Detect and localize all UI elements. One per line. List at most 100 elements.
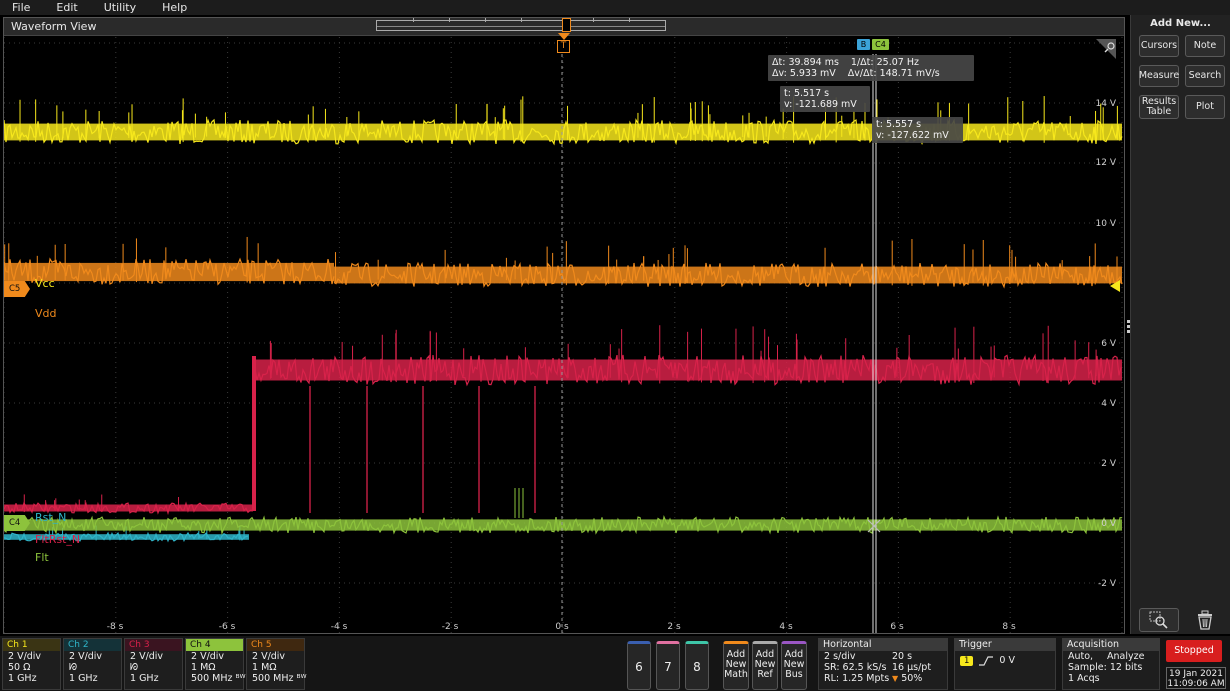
inverse-delta-t: 1/Δt: 25.07 Hz [850, 57, 919, 68]
x-axis-label: -2 s [441, 622, 459, 632]
x-axis-label: -6 s [218, 622, 236, 632]
channel-2-badge[interactable]: Ch 2 2 V/div ᘗ 1 GHz [63, 638, 122, 690]
waveform-label-vdd: Vdd [35, 307, 57, 320]
channel-1-badge[interactable]: Ch 1 2 V/div 50 Ω 1 GHz [2, 638, 61, 690]
trigger-position-marker[interactable]: T [557, 40, 570, 53]
trigger-title: Trigger [955, 639, 1055, 651]
channel-5-bandwidth: 500 MHz ᴮᵂ [252, 673, 307, 684]
channel-3-probe-icon: ᘗ [130, 662, 139, 673]
panel-resize-handle-icon[interactable] [1127, 320, 1130, 334]
acquisition-analyze: Analyze [1107, 651, 1145, 662]
y-axis-label: 10 V [1095, 219, 1116, 229]
y-axis-label: 12 V [1095, 158, 1116, 168]
channel-3-name: Ch 3 [125, 639, 182, 651]
channel-3-scale: 2 V/div [130, 651, 164, 662]
menu-help[interactable]: Help [149, 0, 200, 15]
waveform-view[interactable]: Waveform View T 14 V 12 V 10 V 6 V 4 V 2… [3, 17, 1125, 634]
waveform-plot[interactable] [4, 18, 1124, 633]
record-length: RL: 1.25 Mpts [824, 673, 890, 684]
zoom-tool-button[interactable] [1139, 608, 1179, 632]
cursor-a-readout[interactable]: t: 5.517 s v: -121.689 mV [780, 86, 870, 112]
y-axis-label: 6 V [1101, 339, 1116, 349]
trigger-panel[interactable]: Trigger 1 0 V [954, 638, 1056, 690]
plot-button[interactable]: Plot [1185, 95, 1225, 119]
run-stop-button[interactable]: Stopped [1166, 640, 1222, 662]
add-new-ref-button[interactable]: Add New Ref [752, 641, 778, 690]
waveform-label-flt: Flt [35, 551, 49, 564]
acquisition-mode: Auto, [1068, 651, 1094, 662]
horizontal-panel[interactable]: Horizontal 2 s/div 20 s SR: 62.5 kS/s 16 µ… [818, 638, 948, 690]
cursor-a-voltage: v: -121.689 mV [784, 99, 857, 110]
cursor-b-readout[interactable]: t: 5.557 s v: -127.622 mV [872, 117, 963, 143]
note-button[interactable]: Note [1185, 35, 1225, 57]
y-axis-label: -2 V [1098, 579, 1116, 589]
waveform-label-vcc: Vcc [35, 277, 55, 290]
add-new-bus-button[interactable]: Add New Bus [781, 641, 807, 690]
trigger-level: 0 V [999, 655, 1015, 666]
channel-5-termination: 1 MΩ [252, 662, 277, 673]
channel-2-name: Ch 2 [64, 639, 121, 651]
results-table-button[interactable]: Results Table [1139, 95, 1179, 119]
delta-v-over-delta-t: Δv/Δt: 148.71 mV/s [847, 68, 940, 79]
cursor-b-badge[interactable]: B [857, 39, 870, 50]
y-axis-label: 2 V [1101, 459, 1116, 469]
search-button[interactable]: Search [1185, 65, 1225, 87]
menu-bar: File Edit Utility Help [0, 0, 1230, 15]
x-axis-label: 0 s [555, 622, 569, 632]
channel-3-badge[interactable]: Ch 3 2 V/div ᘗ 1 GHz [124, 638, 183, 690]
zoom-handle-icon[interactable] [1096, 39, 1116, 59]
menu-file[interactable]: File [0, 0, 43, 15]
channel-4-termination: 1 MΩ [191, 662, 216, 673]
cursor-c4-badge[interactable]: C4 [872, 39, 889, 50]
horizontal-position: 50% [901, 673, 923, 684]
y-axis-label: 14 V [1095, 99, 1116, 109]
acquisition-panel[interactable]: Acquisition Auto, Analyze Sample: 12 bits… [1062, 638, 1160, 690]
measure-button[interactable]: Measure [1139, 65, 1179, 87]
channel-1-bandwidth: 1 GHz [8, 673, 37, 684]
y-axis-label: 0 V [1101, 519, 1116, 529]
cursors-button[interactable]: Cursors [1139, 35, 1179, 57]
channel-1-termination: 50 Ω [8, 662, 31, 673]
x-axis-label: -4 s [330, 622, 348, 632]
channel-4-scale: 2 V/div [191, 651, 225, 662]
trigger-level-indicator-icon[interactable] [1110, 280, 1120, 292]
channel-2-scale: 2 V/div [69, 651, 103, 662]
delete-button[interactable] [1185, 608, 1225, 632]
channel-2-bandwidth: 1 GHz [69, 673, 98, 684]
channel-5-name: Ch 5 [247, 639, 304, 651]
trash-icon [1198, 610, 1212, 630]
channel-4-badge[interactable]: Ch 4 2 V/div 1 MΩ 500 MHz ᴮᵂ [185, 638, 246, 690]
channel-1-scale: 2 V/div [8, 651, 42, 662]
acquisition-title: Acquisition [1063, 639, 1159, 651]
channel-3-bandwidth: 1 GHz [130, 673, 159, 684]
horizontal-scale: 2 s/div [824, 651, 856, 662]
x-axis-label: -8 s [106, 622, 124, 632]
add-new-math-button[interactable]: Add New Math [723, 641, 749, 690]
channel-8-button[interactable]: 8 [685, 641, 709, 690]
cursor-b-time: t: 5.557 s [876, 119, 922, 130]
delta-v: Δv: 5.933 mV [772, 68, 836, 79]
acquisition-count: 1 Acqs [1068, 673, 1100, 684]
date: 19 Jan 2021 [1169, 669, 1223, 679]
acquisition-sample: Sample: 12 bits [1068, 662, 1143, 673]
time: 11:09:06 AM [1167, 679, 1225, 689]
menu-utility[interactable]: Utility [91, 0, 149, 15]
cursor-delta-readout[interactable]: Δt: 39.894 ms 1/Δt: 25.07 Hz Δv: 5.933 mV… [768, 55, 974, 81]
delta-t: Δt: 39.894 ms [772, 57, 839, 68]
channel-1-name: Ch 1 [3, 639, 60, 651]
waveform-label-rst: Rst_N [35, 511, 67, 524]
x-axis-label: 2 s [667, 622, 681, 632]
menu-edit[interactable]: Edit [43, 0, 90, 15]
channel-6-button[interactable]: 6 [627, 641, 651, 690]
channel-5-offset-flag[interactable]: C5 [4, 281, 30, 297]
x-axis-label: 4 s [779, 622, 793, 632]
channel-4-name: Ch 4 [186, 639, 243, 651]
channel-5-scale: 2 V/div [252, 651, 286, 662]
zoom-icon [1149, 611, 1168, 629]
channel-4-offset-flag[interactable]: C4 [4, 515, 30, 531]
position-marker-icon: ▼ [892, 674, 899, 683]
cursor-b-voltage: v: -127.622 mV [876, 130, 949, 141]
channel-5-badge[interactable]: Ch 5 2 V/div 1 MΩ 500 MHz ᴮᵂ [246, 638, 307, 690]
rising-edge-icon [979, 655, 994, 666]
channel-7-button[interactable]: 7 [656, 641, 680, 690]
